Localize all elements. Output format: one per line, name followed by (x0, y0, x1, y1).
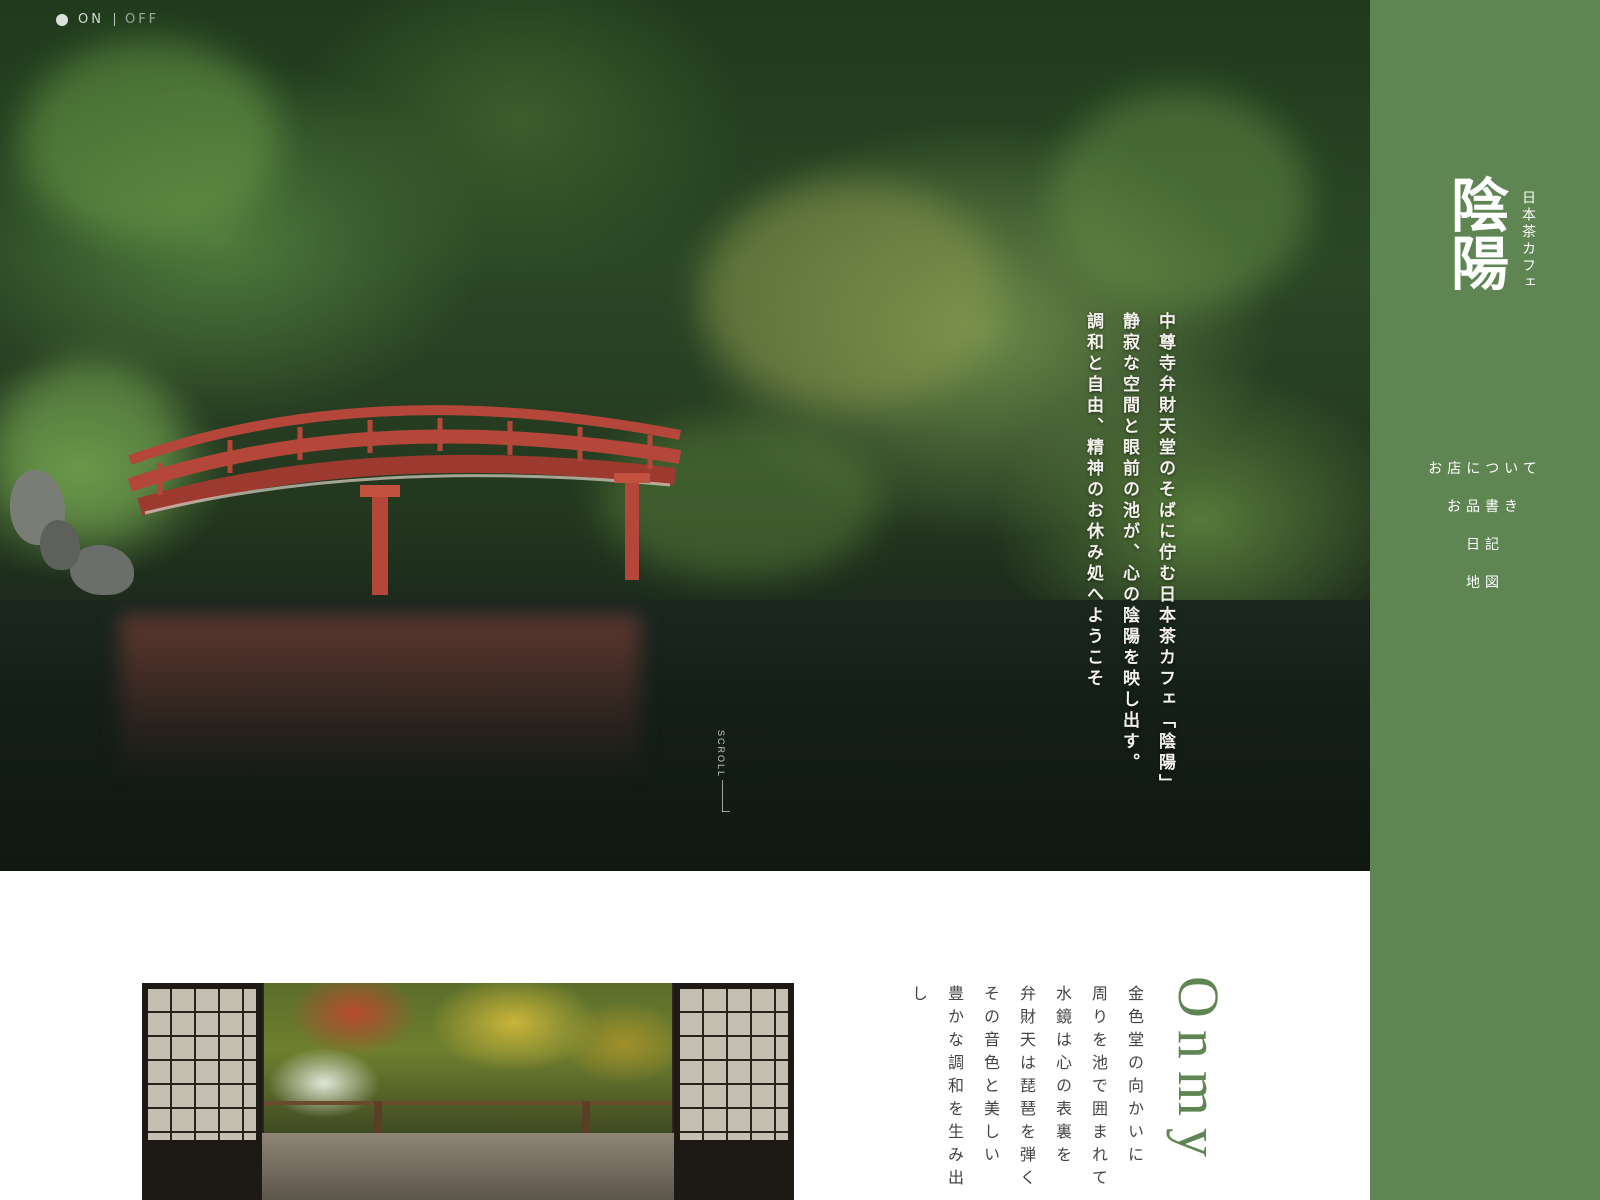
toggle-on-label[interactable]: ON (78, 12, 104, 27)
garden-view (264, 983, 672, 1133)
toggle-divider (113, 13, 115, 26)
nav-item-about[interactable]: お店について (1370, 458, 1600, 478)
about-text-line: その音色と美しい (981, 985, 1000, 1169)
about-text-line: 金色堂の向かいに (1125, 985, 1144, 1169)
nav-item-menu[interactable]: お品書き (1370, 496, 1600, 516)
toggle-indicator-dot (56, 13, 68, 26)
logo-mark[interactable]: 陰陽 (1441, 175, 1509, 291)
logo-subtitle: 日本茶カフェ (1520, 190, 1536, 292)
red-bridge-illustration (127, 405, 682, 595)
veranda-rail (264, 1101, 672, 1105)
bridge-reflection (120, 615, 640, 785)
rail-post (582, 1101, 590, 1135)
tatami-room-photo (142, 983, 794, 1200)
about-vertical-text: 金色堂の向かいに 周りを池で囲まれて 水鏡は心の表裏を 弁財天は琵琶を弾く その… (900, 985, 1152, 1200)
tatami-floor (262, 1133, 674, 1200)
foliage-highlight (700, 180, 1000, 410)
hero-section: ON OFF 中尊寺弁財天堂のそばに佇む日本茶カフェ「陰陽」 静寂な空間と眼前の… (0, 0, 1370, 871)
shoji-screen-right (674, 983, 794, 1200)
about-text-line: 水鏡は心の表裏を (1053, 985, 1072, 1169)
foliage-highlight (20, 40, 280, 240)
sidebar: 陰陽 日本茶カフェ お店について お品書き 日記 地図 (1370, 0, 1600, 1200)
toggle-off-label[interactable]: OFF (125, 12, 159, 27)
nav-item-diary[interactable]: 日記 (1370, 534, 1600, 554)
scroll-label: SCROLL (716, 730, 726, 779)
foliage-highlight (1050, 90, 1310, 310)
scroll-indicator[interactable]: SCROLL (716, 730, 730, 812)
about-heading: Onmy (1166, 976, 1231, 1169)
hero-copy-line: 調和と自由、精神のお休み処へようこそ (1083, 312, 1103, 690)
shoji-screen-left (142, 983, 262, 1200)
about-text-line: 弁財天は琵琶を弾く (1017, 985, 1036, 1192)
shoji-lattice (680, 989, 788, 1140)
hero-vertical-copy: 中尊寺弁財天堂のそばに佇む日本茶カフェ「陰陽」 静寂な空間と眼前の池が、心の陰陽… (1075, 312, 1183, 832)
about-text-line: 周りを池で囲まれて (1089, 985, 1108, 1192)
about-text-line: 豊かな調和を生み出し (909, 985, 964, 1192)
main-nav: お店について お品書き 日記 地図 (1370, 458, 1600, 610)
sound-toggle[interactable]: ON OFF (56, 12, 159, 27)
rail-post (374, 1101, 382, 1135)
hero-copy-line: 静寂な空間と眼前の池が、心の陰陽を映し出す。 (1119, 312, 1139, 774)
scroll-line (722, 780, 723, 812)
nav-item-map[interactable]: 地図 (1370, 572, 1600, 592)
hero-copy-line: 中尊寺弁財天堂のそばに佇む日本茶カフェ「陰陽」 (1155, 312, 1175, 795)
scroll-arrow-icon (722, 811, 730, 812)
shoji-lattice (148, 989, 256, 1140)
